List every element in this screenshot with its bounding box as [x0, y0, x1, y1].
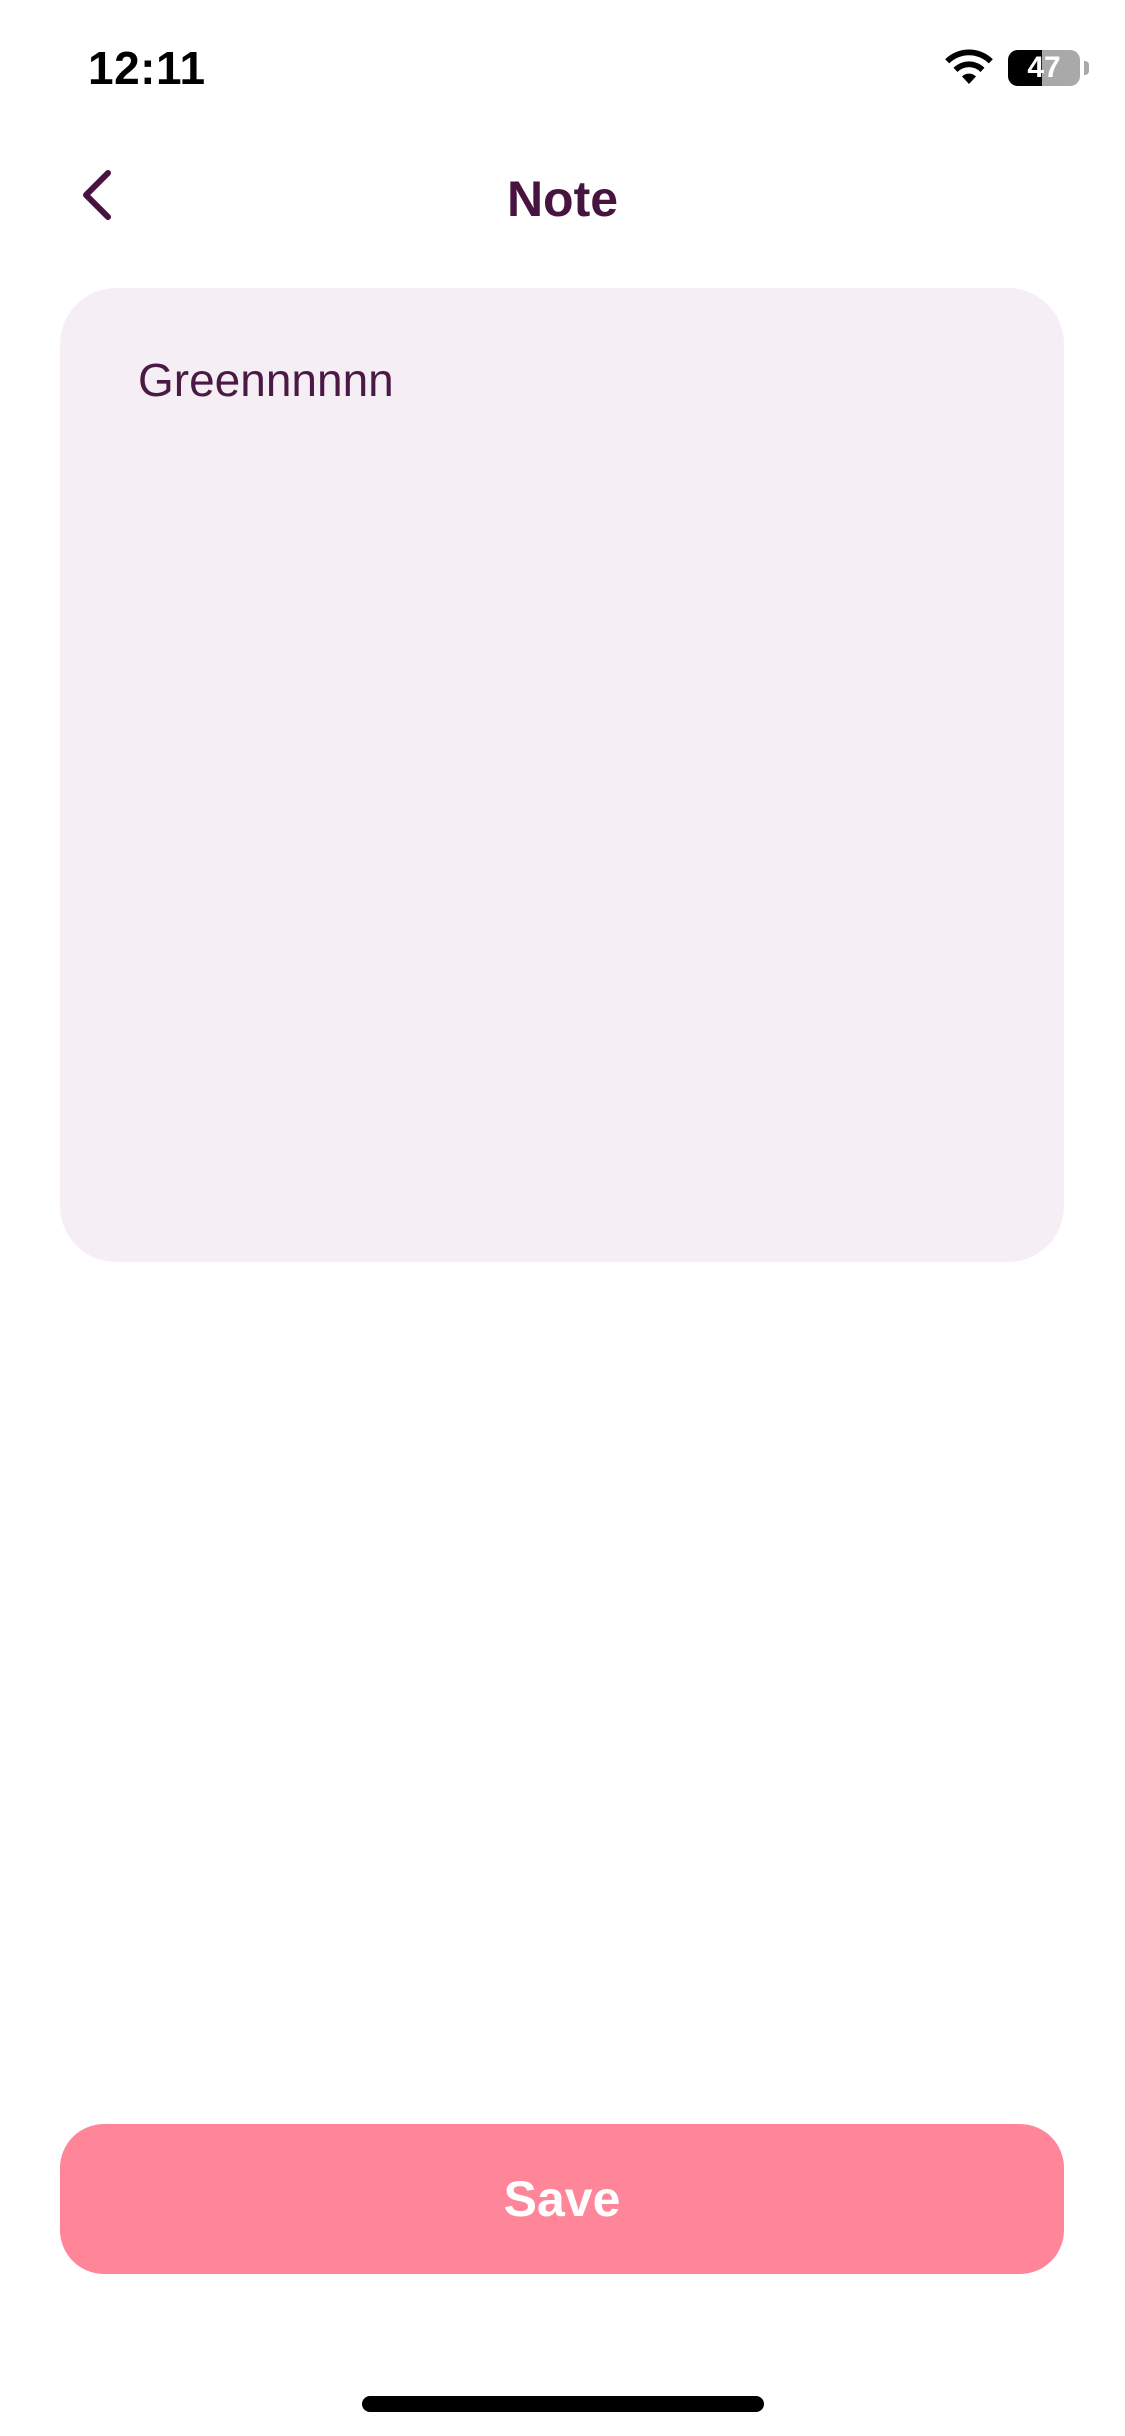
nav-bar: Note: [0, 140, 1125, 260]
battery-indicator: 47: [1008, 50, 1092, 86]
battery-cap: [1084, 61, 1089, 75]
status-time: 12:11: [88, 42, 206, 94]
note-input[interactable]: [138, 348, 998, 1208]
wifi-icon: [945, 49, 993, 84]
battery-percent-label: 47: [1027, 51, 1061, 84]
note-screen: 12:11 47 Note Save: [0, 0, 1125, 2436]
note-card: [60, 288, 1064, 1262]
battery-icon: 47: [1008, 50, 1080, 86]
home-indicator[interactable]: [362, 2396, 764, 2412]
save-button[interactable]: Save: [60, 2124, 1064, 2274]
status-bar: 12:11 47: [0, 0, 1125, 140]
page-title: Note: [506, 171, 619, 227]
